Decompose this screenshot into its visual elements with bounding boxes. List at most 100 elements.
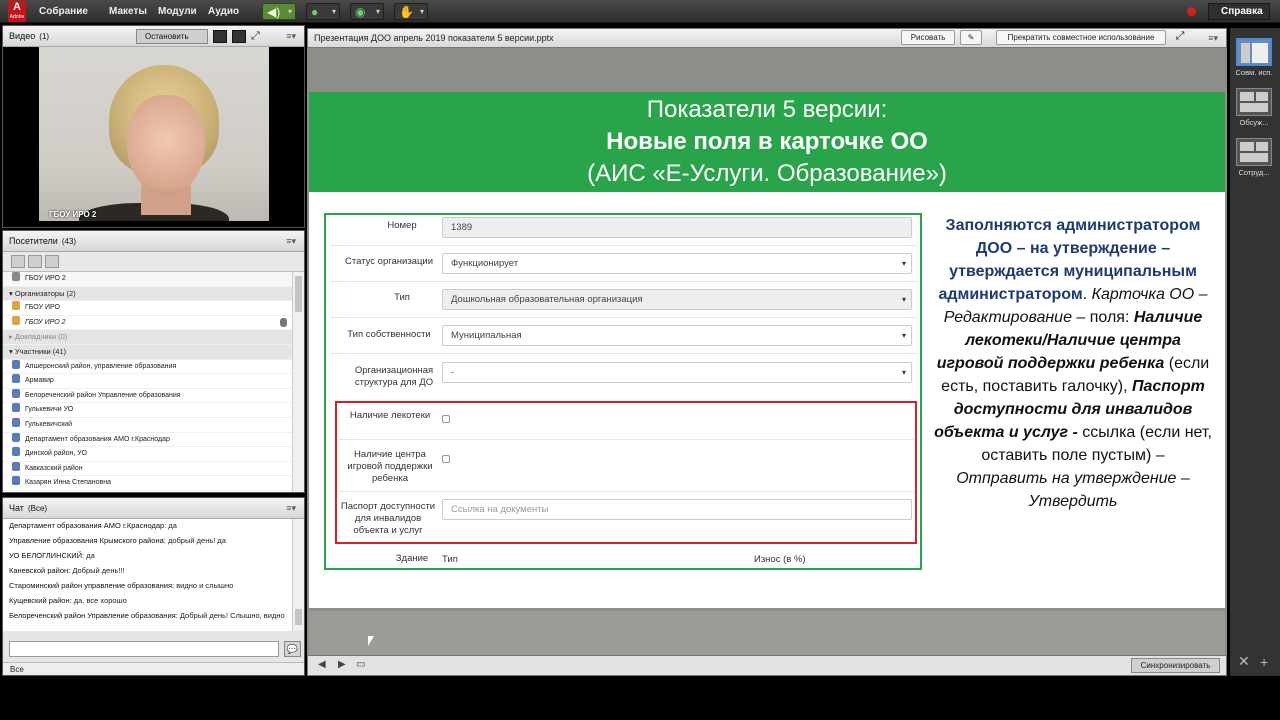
chevron-down-icon: ▾ <box>287 7 292 16</box>
list-item[interactable]: Департамент образования АМО г.Краснодар <box>3 432 293 448</box>
pod-menu-icon[interactable]: ≡▾ <box>286 498 296 519</box>
passport-label: Паспорт доступности для инвалидов объект… <box>340 501 436 536</box>
webcam-button[interactable]: ◉ ▾ <box>350 3 384 20</box>
microphone-button[interactable]: ● ▾ <box>306 3 340 20</box>
add-layout-icon[interactable]: + <box>1260 654 1268 670</box>
attendees-pod-header: Посетители (43) ≡▾ <box>3 231 304 252</box>
participant-icon <box>12 374 20 384</box>
fullscreen-icon[interactable]: ⤢ <box>1172 30 1188 45</box>
layout-discussion[interactable]: Обсуж... <box>1234 88 1274 127</box>
grid-view-icon[interactable] <box>232 30 246 43</box>
attendee-name: Казарян Инна Степановна <box>25 479 112 487</box>
pod-menu-icon[interactable]: ≡▾ <box>1208 29 1218 47</box>
stop-sharing-button[interactable]: Прекратить совместное использование <box>996 30 1166 45</box>
speaker-button[interactable]: ◀) ▾ <box>262 3 296 20</box>
menu-pods[interactable]: Модули <box>158 0 197 23</box>
number-label: Номер <box>387 220 417 231</box>
chat-text: видно и слышно <box>176 581 234 590</box>
list-item[interactable]: Гулькевичи УО <box>3 403 293 418</box>
list-item[interactable]: ГБОУ ИРО <box>3 301 293 316</box>
list-item[interactable]: Казарян Инна Степановна <box>3 476 293 491</box>
slide-title-line1: Показатели 5 версии: <box>646 96 888 123</box>
participant-icon <box>12 359 20 369</box>
chat-text: добрый день! да <box>167 536 226 545</box>
participant-icon <box>12 403 20 413</box>
help-menu[interactable]: Справка <box>1208 3 1270 20</box>
scrollbar-thumb[interactable] <box>295 609 302 625</box>
chat-recipient-selector[interactable]: Все <box>3 662 304 675</box>
menu-meeting[interactable]: Собрание <box>39 0 88 23</box>
close-icon[interactable]: ✕ <box>1238 653 1250 670</box>
scrollbar-thumb[interactable] <box>295 276 302 312</box>
chat-sender: Каневской район: <box>9 566 71 575</box>
breakout-icon[interactable] <box>28 255 42 268</box>
chat-sender: Белореченский район Управление образован… <box>9 611 178 620</box>
list-item[interactable]: Армавир <box>3 374 293 389</box>
status-icon[interactable] <box>45 255 59 268</box>
group-header-participants[interactable]: ▾ Участники (41) <box>3 344 293 360</box>
list-item[interactable]: Гулькевичский <box>3 417 293 433</box>
video-pod: Видео (1) Остановить ⤢ ≡▾ ГБОУ ИРО 2 <box>2 25 305 228</box>
layout-thumbnail <box>1236 88 1272 116</box>
adobe-logo: A Adobe <box>8 1 26 22</box>
group-header-presenters[interactable]: ▸ Докладчики (0) <box>3 330 293 345</box>
chevron-down-icon: ▾ <box>901 295 906 304</box>
send-message-button[interactable]: 💬 <box>284 641 301 657</box>
layout-thumbnail <box>1236 138 1272 166</box>
share-content-area: Показатели 5 версии: Новые поля в карточ… <box>307 48 1227 655</box>
draw-button[interactable]: Рисовать <box>901 30 955 45</box>
instruction-submit: Отправить на утверждение – Утвердить <box>956 470 1190 510</box>
chat-input[interactable] <box>9 641 279 657</box>
type-value: Дошкольная образовательная организация <box>451 294 643 305</box>
participant-icon <box>12 388 20 398</box>
slide-panel-icon[interactable]: ▭ <box>356 659 365 670</box>
menu-audio[interactable]: Аудио <box>208 0 239 23</box>
attendees-pod: Посетители (43) ≡▾ ГБОУ ИРО 2 ▾ Организат… <box>2 230 305 493</box>
structure-select: - ▾ <box>442 362 912 383</box>
list-view-icon[interactable] <box>11 255 25 268</box>
participant-icon <box>12 447 20 457</box>
current-user-row[interactable]: ГБОУ ИРО 2 <box>3 272 293 287</box>
previous-slide-icon[interactable]: ◀ <box>318 659 326 670</box>
divider <box>330 281 918 282</box>
pod-menu-icon[interactable]: ≡▾ <box>286 26 296 47</box>
list-item[interactable]: Апшеронский район, управление образовани… <box>3 359 293 375</box>
type-label: Тип <box>394 292 410 303</box>
video-area: ГБОУ ИРО 2 <box>3 47 304 227</box>
annotation-tool-icon[interactable]: ✎ <box>960 30 982 45</box>
instruction-dot: . <box>1082 286 1088 303</box>
list-item[interactable]: Кавказский район <box>3 461 293 477</box>
stop-video-button[interactable]: Остановить <box>136 29 208 44</box>
recording-icon[interactable] <box>1187 7 1196 16</box>
type-select: Дошкольная образовательная организация ▾ <box>442 289 912 310</box>
raise-hand-button[interactable]: ✋ ▾ <box>394 3 428 20</box>
chat-pod-header: Чат (Все) ≡▾ <box>3 498 304 519</box>
next-slide-icon[interactable]: ▶ <box>338 659 346 670</box>
chat-pod: Чат (Все) ≡▾ Департамент образования АМО … <box>2 497 305 676</box>
attendee-name: Гулькевичский <box>25 420 73 428</box>
chat-text: Добрый день!!! <box>72 566 125 575</box>
layout-sharing[interactable]: Совм. исп. <box>1234 38 1274 77</box>
chat-message: Староминский район управление образовани… <box>9 581 289 591</box>
list-item[interactable]: Динской район, УО <box>3 447 293 462</box>
list-item[interactable]: Белореченский район Управление образован… <box>3 388 293 404</box>
sync-button[interactable]: Синхронизировать <box>1131 658 1220 673</box>
divider <box>330 245 918 246</box>
ownership-label: Тип собственности <box>347 329 431 340</box>
chat-message: Каневской район: Добрый день!!! <box>9 566 289 576</box>
number-field: 1389 <box>442 217 912 238</box>
chat-text: да <box>86 551 95 560</box>
filmstrip-view-icon[interactable] <box>213 30 227 43</box>
divider <box>330 353 918 354</box>
chat-scrollbar[interactable] <box>292 519 304 631</box>
video-pod-header: Видео (1) Остановить ⤢ ≡▾ <box>3 26 304 47</box>
fullscreen-icon[interactable]: ⤢ <box>251 30 265 43</box>
pod-menu-icon[interactable]: ≡▾ <box>286 231 296 252</box>
chevron-down-icon: ▾ <box>901 368 906 377</box>
layout-collaboration[interactable]: Сотруд... <box>1234 138 1274 177</box>
group-header-hosts[interactable]: ▾ Организаторы (2) <box>3 286 293 302</box>
attendees-scrollbar[interactable] <box>292 272 304 492</box>
list-item[interactable]: ГБОУ ИРО 2 <box>3 315 293 331</box>
menu-layouts[interactable]: Макеты <box>109 0 147 23</box>
status-label: Статус организации <box>344 256 434 267</box>
